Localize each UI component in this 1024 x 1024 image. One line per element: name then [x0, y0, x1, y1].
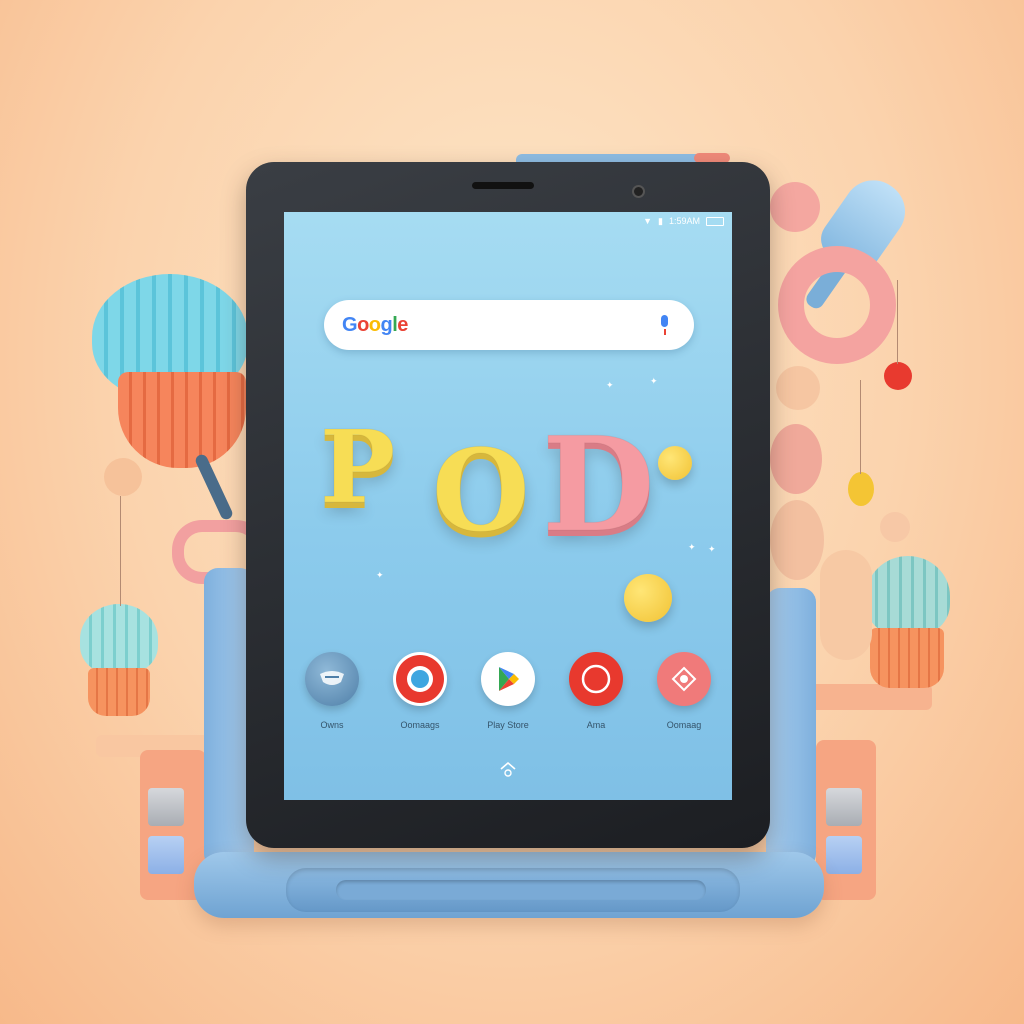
google-search-bar[interactable]: Google [324, 300, 694, 350]
blue-block [148, 836, 184, 874]
sparkle-icon: ✦ [650, 376, 658, 386]
yellow-dot [658, 446, 692, 480]
search-input[interactable] [413, 316, 654, 334]
circle-icon-glyph [581, 664, 611, 694]
google-logo: Google [342, 314, 408, 337]
face-icon [305, 652, 359, 706]
speaker-grille [472, 182, 534, 189]
sparkle-icon: ✦ [688, 542, 696, 552]
balloon-stick [193, 452, 235, 522]
peach-ball [880, 512, 910, 542]
balloon-basket [118, 372, 246, 468]
home-chevron-icon[interactable] [498, 758, 518, 778]
play-store-icon-glyph [499, 667, 519, 691]
battery-icon [706, 216, 724, 226]
stand-right [766, 588, 816, 868]
wallpaper-letter-d: D [542, 408, 656, 562]
front-camera [632, 185, 645, 198]
app-label: Play Store [487, 720, 529, 730]
record-icon [393, 652, 447, 706]
app-label: Ama [586, 720, 606, 730]
circle-icon [569, 652, 623, 706]
plant-pot [88, 668, 150, 716]
face-icon-glyph [320, 671, 344, 685]
peach-shape [820, 550, 872, 660]
decor-string [897, 280, 898, 364]
gallery-icon-glyph [671, 666, 697, 692]
app-label: Oomaags [400, 720, 440, 730]
record-icon-glyph [396, 655, 444, 703]
red-ball [884, 362, 912, 390]
app-ama[interactable]: Ama [556, 652, 636, 730]
google-logo-o2: o [368, 313, 381, 336]
plant-pot [870, 628, 944, 688]
app-dock: Owns Oomaags Play Store Ama Oomaag [284, 652, 732, 730]
decor-ball [104, 458, 142, 496]
wifi-icon: ▼ [643, 215, 653, 226]
yellow-ball [848, 472, 874, 506]
app-owns[interactable]: Owns [292, 652, 372, 730]
wallpaper-letter-p: P [319, 408, 396, 527]
google-logo-e: e [397, 313, 408, 336]
pink-ring [778, 246, 896, 364]
cactus-plant [866, 556, 950, 636]
sparkle-icon: ✦ [376, 570, 384, 580]
google-logo-g2: g [380, 313, 393, 336]
sparkle-icon: ✦ [606, 380, 614, 390]
pink-ball [770, 424, 822, 494]
wallpaper-letter-o: O [432, 426, 531, 558]
yellow-dot [624, 574, 672, 622]
dock-rail [336, 880, 706, 900]
gray-block [826, 788, 862, 826]
app-label: Oomaag [666, 720, 702, 730]
app-play-store[interactable]: Play Store [468, 652, 548, 730]
signal-icon: ▮ [658, 215, 663, 226]
decor-string [860, 380, 861, 474]
play-store-icon [481, 652, 535, 706]
blue-block [826, 836, 862, 874]
peach-ball [776, 366, 820, 410]
cactus-plant [80, 604, 158, 674]
decor-string [120, 496, 121, 606]
pink-ball [770, 182, 820, 232]
mic-icon[interactable] [654, 313, 676, 337]
app-oomaags[interactable]: Oomaags [380, 652, 460, 730]
peach-ball [770, 500, 824, 580]
status-bar: ▼ ▮ 1:59AM [643, 214, 724, 228]
tablet-screen: ▼ ▮ 1:59AM Google ✦ ✦ ✦ ✦ ✦ P O D Owns O… [284, 212, 732, 800]
sparkle-icon: ✦ [708, 544, 716, 554]
app-label: Owns [320, 720, 344, 730]
app-oomaag[interactable]: Oomaag [644, 652, 724, 730]
gallery-icon [657, 652, 711, 706]
status-time: 1:59AM [668, 216, 700, 226]
google-logo-g: G [342, 313, 358, 336]
gray-block [148, 788, 184, 826]
google-logo-o1: o [357, 313, 369, 336]
